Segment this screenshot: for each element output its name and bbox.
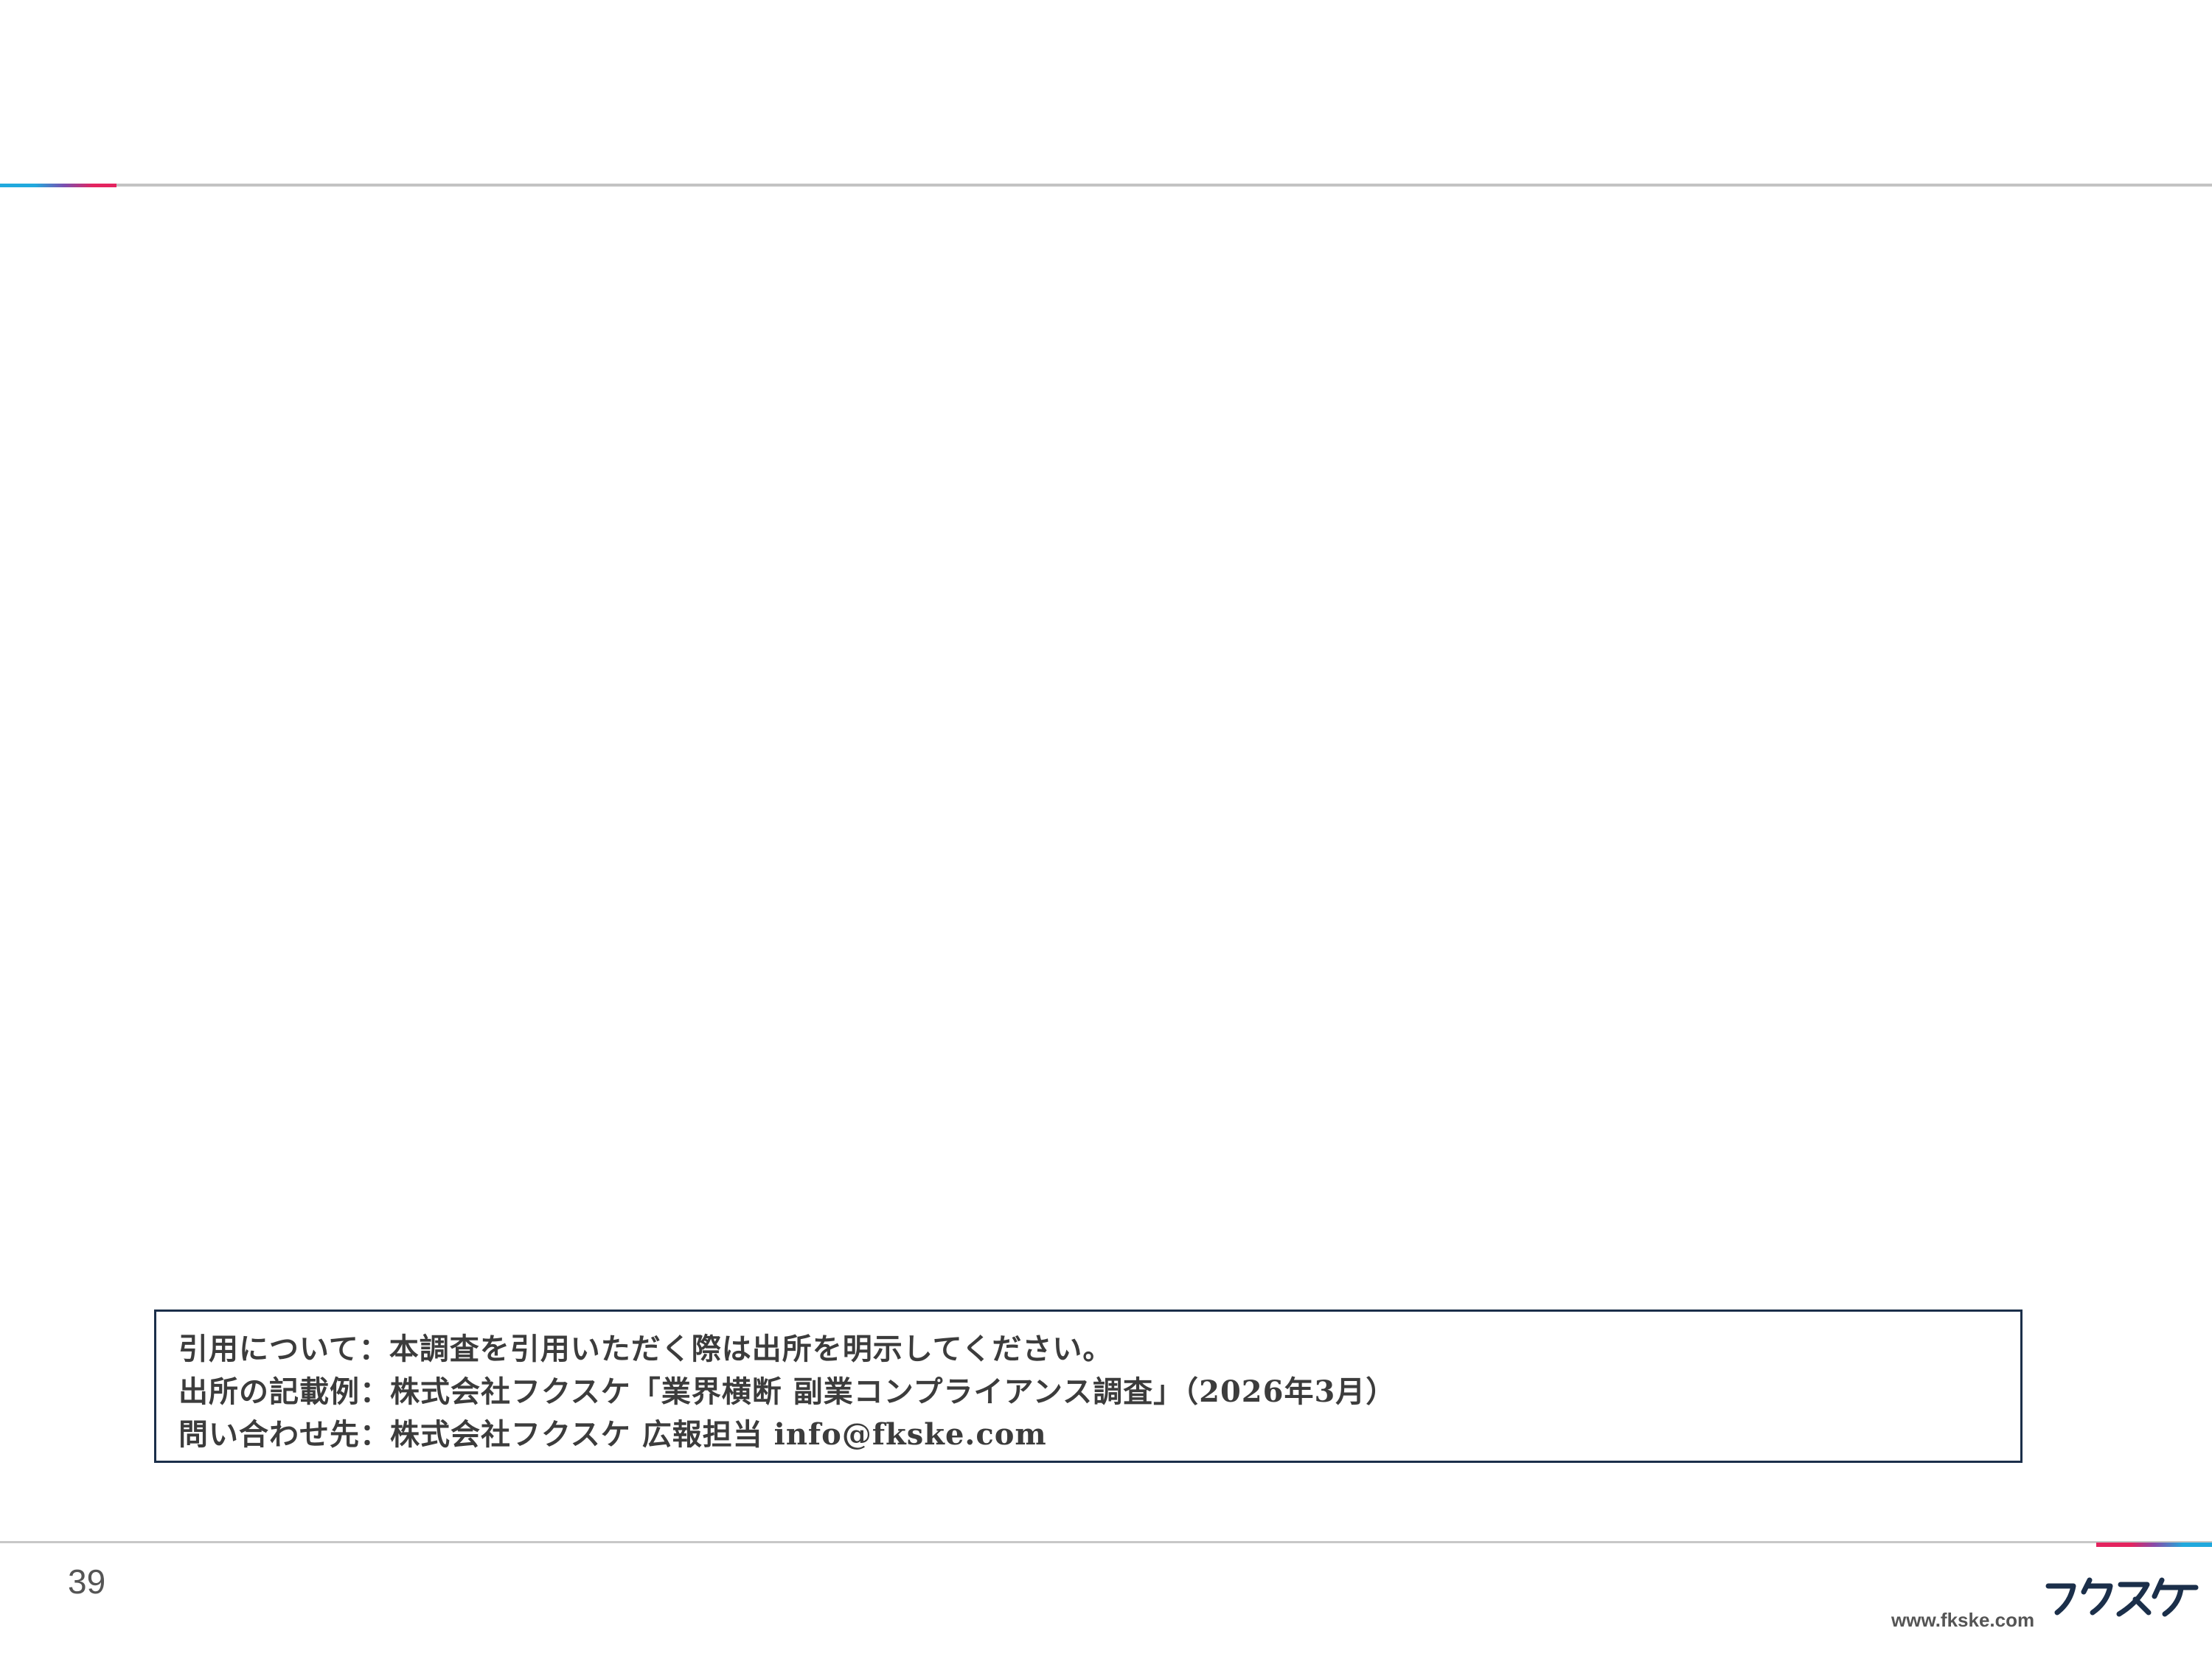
citation-note: 引用について：本調査を引用いただく際は出所を明示してください。 <box>178 1332 1113 1366</box>
footer-accent-bar <box>2096 1543 2212 1547</box>
citation-box: 引用について：本調査を引用いただく際は出所を明示してください。 出所の記載例：株… <box>154 1310 2023 1463</box>
footer-divider <box>0 1541 2212 1543</box>
page-number: 39 <box>68 1562 106 1601</box>
citation-contact: 問い合わせ先：株式会社フクスケ 広報担当 info@fkske.com <box>178 1417 1047 1452</box>
fukusuke-logo <box>2045 1577 2199 1617</box>
site-url: www.fkske.com <box>1891 1609 2035 1631</box>
header-accent-bar <box>0 184 116 187</box>
header-divider <box>0 184 2212 187</box>
citation-example: 出所の記載例：株式会社フクスケ「業界横断 副業コンプライアンス調査」（2026年… <box>178 1374 1397 1409</box>
